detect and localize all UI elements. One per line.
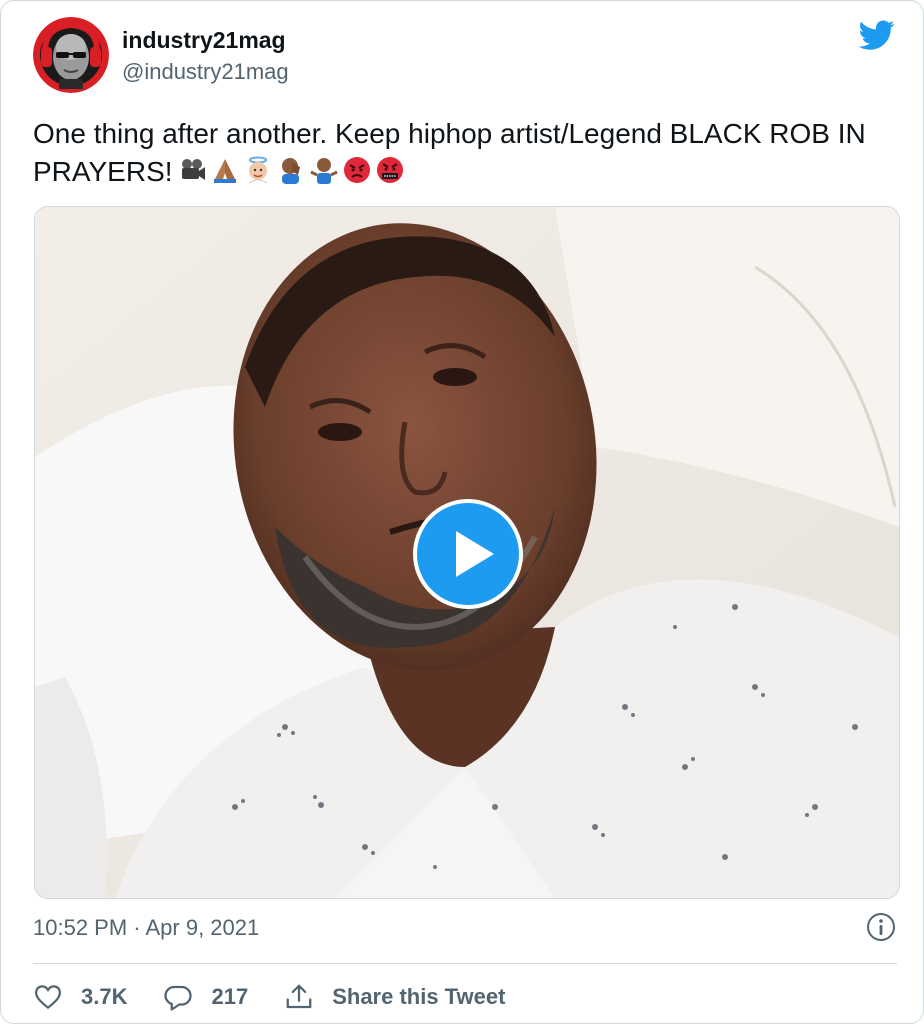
tweet-timestamp[interactable]: 10:52 PM · Apr 9, 2021 bbox=[33, 913, 259, 943]
like-count: 3.7K bbox=[81, 984, 128, 1009]
share-button[interactable]: Share this Tweet bbox=[284, 982, 505, 1012]
share-label: Share this Tweet bbox=[332, 984, 506, 1009]
reply-count: 217 bbox=[211, 984, 249, 1009]
emoji-group bbox=[177, 155, 405, 185]
angel-emoji-icon bbox=[248, 156, 267, 184]
like-button[interactable]: 3.7K bbox=[33, 982, 127, 1012]
reply-button[interactable]: 217 bbox=[163, 982, 248, 1012]
person-shrugging-emoji-icon bbox=[309, 158, 338, 184]
movie-camera-emoji-icon bbox=[181, 159, 205, 180]
tweet-actions: 3.7K 217 Share this Tweet bbox=[33, 979, 541, 1015]
info-icon[interactable] bbox=[865, 911, 897, 943]
author-display-name[interactable]: industry21mag bbox=[122, 25, 289, 55]
tweet-card: industry21mag @industry21mag One thing a… bbox=[0, 0, 924, 1024]
author-handle[interactable]: @industry21mag bbox=[122, 57, 289, 87]
angry-face-emoji-icon bbox=[343, 157, 370, 183]
folded-hands-emoji-icon bbox=[213, 159, 236, 183]
heart-icon bbox=[34, 985, 62, 1010]
tweet-video[interactable] bbox=[34, 206, 900, 899]
bald-man-headphones-icon bbox=[33, 17, 109, 93]
share-upload-icon bbox=[286, 984, 312, 1009]
face-with-symbols-emoji-icon bbox=[376, 157, 403, 183]
person-facepalming-emoji-icon bbox=[281, 158, 300, 184]
tweet-text: One thing after another. Keep hiphop art… bbox=[33, 115, 893, 191]
reply-bubble-icon bbox=[164, 985, 193, 1011]
divider bbox=[33, 963, 897, 964]
author-avatar[interactable] bbox=[33, 17, 109, 93]
play-button-icon[interactable] bbox=[413, 499, 523, 609]
twitter-bird-icon[interactable] bbox=[857, 17, 897, 53]
author-info[interactable]: industry21mag @industry21mag bbox=[122, 25, 289, 87]
tweet-text-content: One thing after another. Keep hiphop art… bbox=[33, 118, 866, 187]
